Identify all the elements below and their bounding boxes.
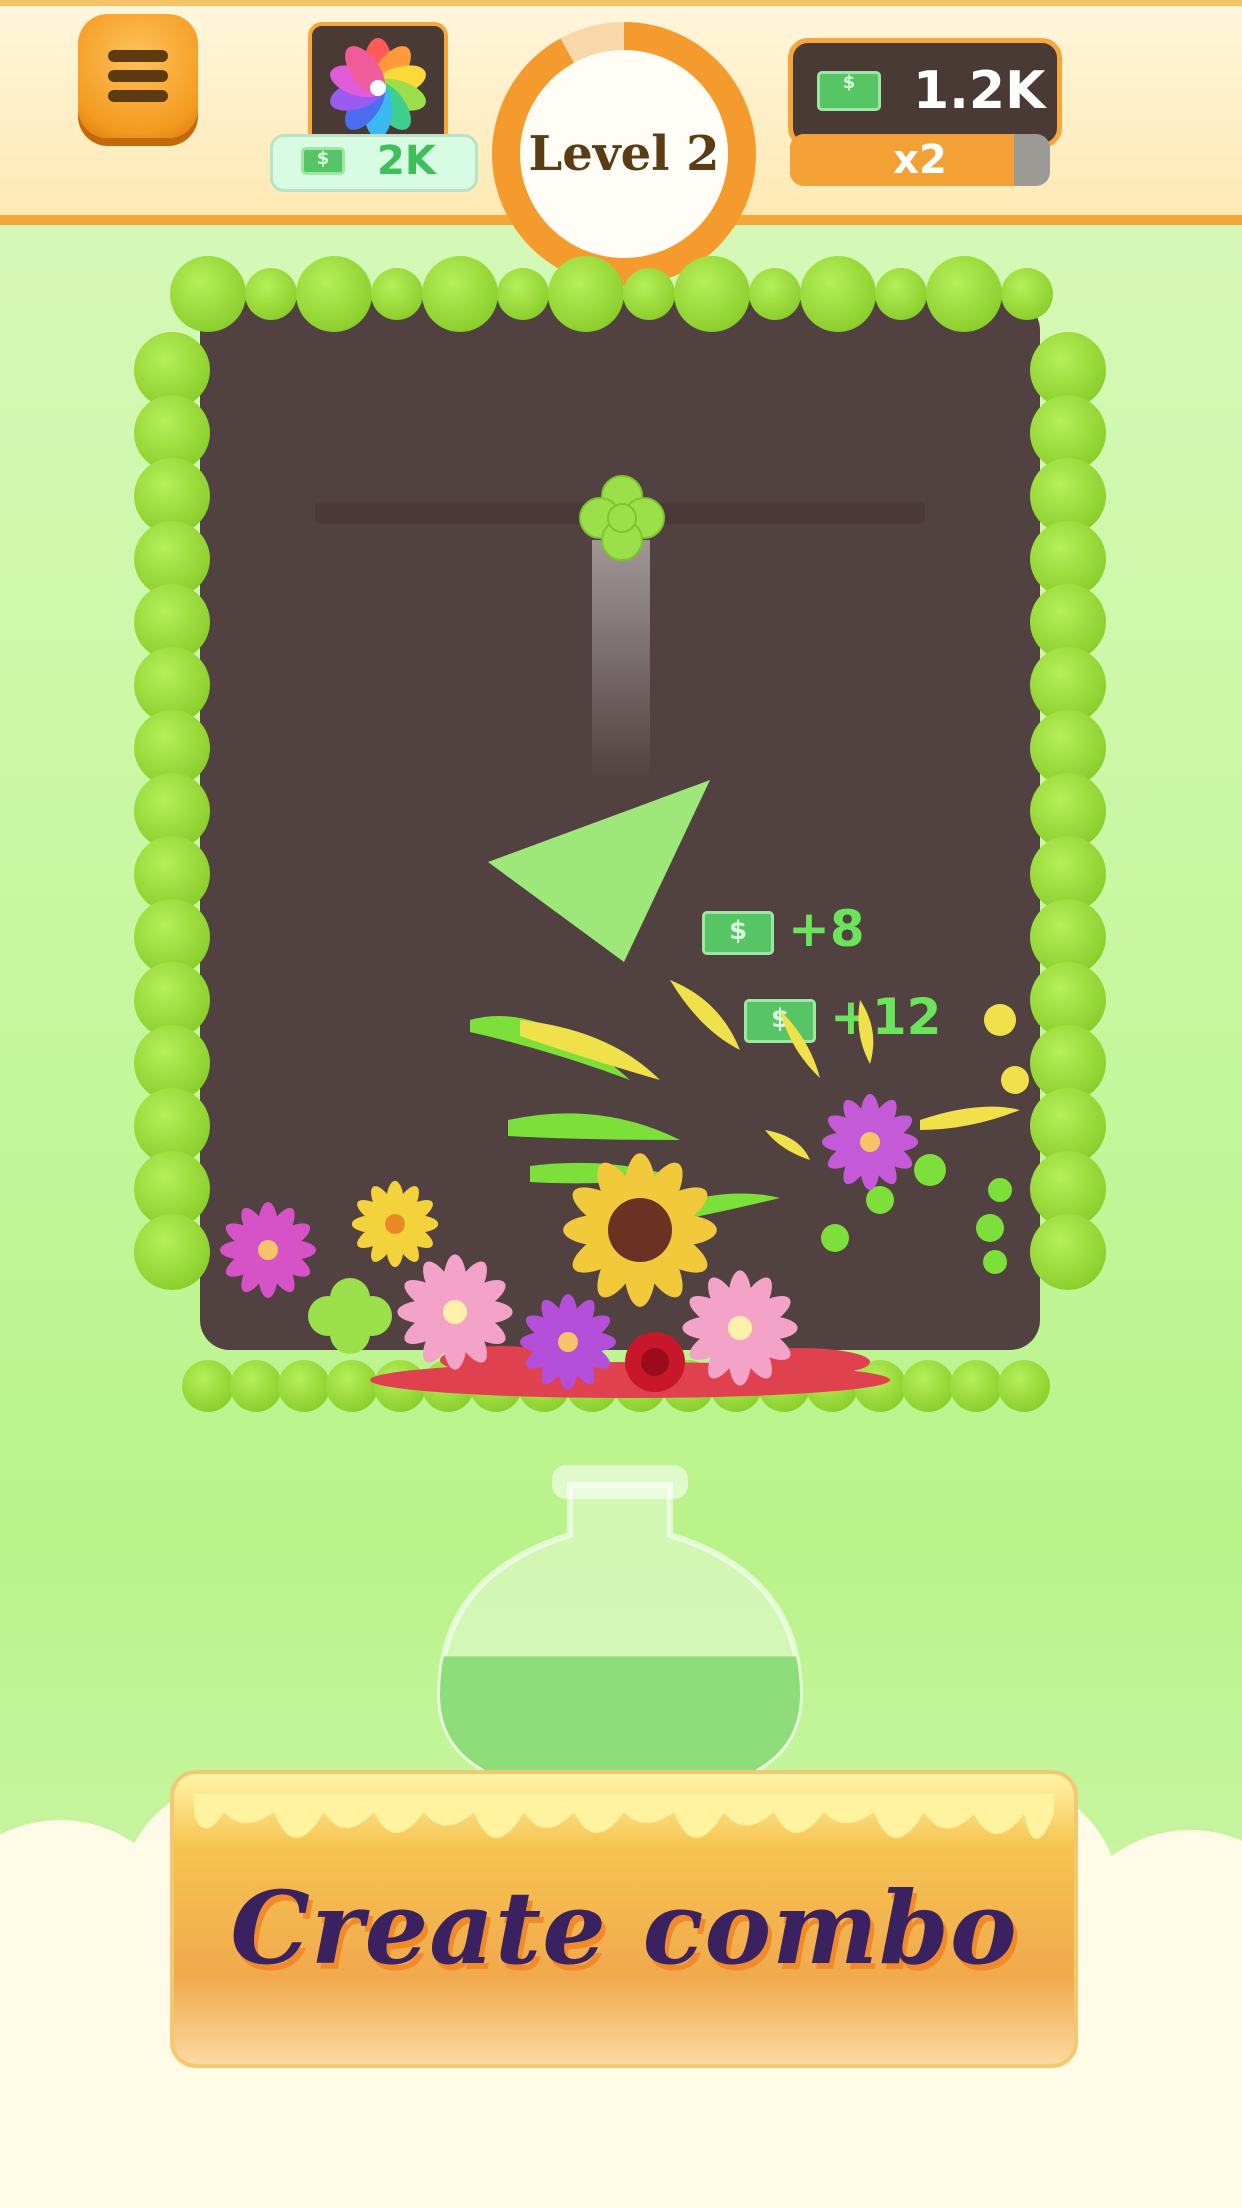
border-dot	[245, 268, 297, 320]
border-dot	[422, 256, 498, 332]
banner-title: Create combo	[230, 1869, 1018, 1987]
gain-popup: +8	[702, 900, 865, 958]
border-dot	[926, 256, 1002, 332]
drop-beam	[592, 540, 650, 780]
rainbow-flower-icon	[330, 38, 426, 138]
green-clover	[308, 1278, 392, 1354]
sunflower	[563, 1153, 717, 1307]
purple-daisy	[822, 1094, 918, 1190]
border-dot	[296, 256, 372, 332]
pink-daisy	[220, 1202, 316, 1298]
border-dot	[875, 268, 927, 320]
multiplier-label: x2	[893, 137, 947, 183]
create-combo-banner[interactable]: Create combo	[170, 1770, 1078, 2068]
cash-icon	[817, 71, 881, 111]
level-label: Level 2	[528, 126, 720, 182]
cash-icon	[702, 910, 774, 955]
money-amount: 1.2K	[913, 61, 1046, 121]
green-triangle-obstacle	[488, 780, 710, 962]
menu-button[interactable]	[78, 14, 198, 138]
flower-pile	[220, 1094, 918, 1398]
border-dot	[134, 1214, 210, 1290]
border-dot	[371, 268, 423, 320]
collection-price: 2K	[377, 138, 436, 184]
honey-drip-decoration	[194, 1794, 1054, 1839]
level-badge: Level 2	[520, 50, 728, 258]
multiplier-bar[interactable]: x2	[790, 134, 1050, 186]
yellow-lily	[351, 1180, 439, 1268]
money-counter: 1.2K	[788, 38, 1062, 148]
border-dot	[497, 268, 549, 320]
border-dot	[1001, 268, 1053, 320]
collection-price-tag[interactable]: 2K	[270, 134, 478, 192]
border-dot	[548, 256, 624, 332]
clover-dropper-icon[interactable]	[572, 468, 672, 568]
border-dot	[749, 268, 801, 320]
potion-bottle-icon	[436, 1465, 804, 1795]
border-dot	[170, 256, 246, 332]
border-dot	[623, 268, 675, 320]
border-dot	[1030, 1214, 1106, 1290]
border-dot	[674, 256, 750, 332]
red-rose	[625, 1332, 685, 1392]
cash-icon	[301, 147, 345, 175]
border-dot	[800, 256, 876, 332]
